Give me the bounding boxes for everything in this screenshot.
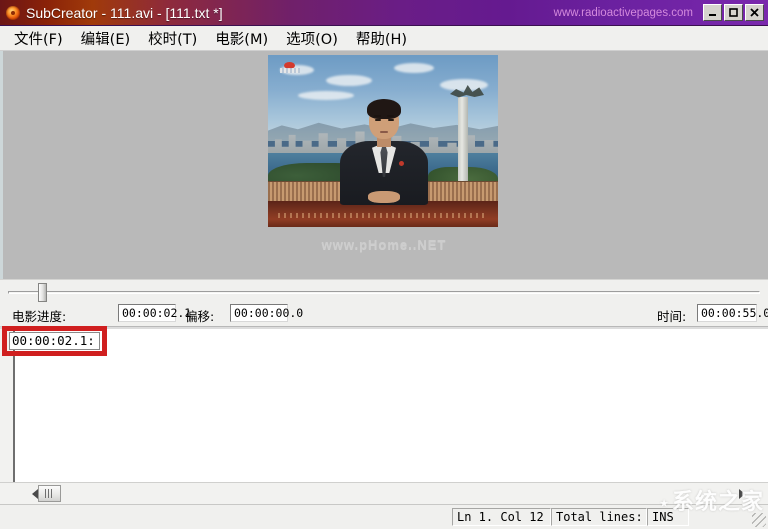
- video-anchor-brow-right: [387, 115, 394, 117]
- video-anchor-hands: [368, 191, 400, 203]
- scrollbar-grip-icon: [45, 489, 54, 498]
- status-insert-mode: INS: [647, 508, 689, 526]
- playback-field-row: 电影进度: 00:00:02.1 偏移: 00:00:00.0 时间: 00:0…: [0, 302, 768, 326]
- menu-file[interactable]: 文件(F): [5, 26, 72, 51]
- horizontal-scrollbar-thumb[interactable]: [38, 485, 61, 502]
- preview-watermark: www.pHome..NET: [0, 237, 768, 252]
- video-monument-tower: [458, 97, 468, 185]
- video-anchor-brow-left: [374, 115, 381, 117]
- movie-progress-label: 电影进度:: [12, 306, 66, 325]
- video-frame[interactable]: [268, 55, 498, 227]
- minimize-icon: [707, 7, 718, 18]
- video-anchor-mouth: [380, 131, 388, 133]
- menu-movie[interactable]: 电影(M): [206, 26, 277, 51]
- title-bar: SubCreator - 111.avi - [111.txt *] www.r…: [0, 0, 768, 26]
- offset-value[interactable]: 00:00:00.0: [230, 304, 288, 322]
- video-anchor-eye-right: [388, 119, 394, 121]
- video-anchor-eye-left: [375, 119, 381, 121]
- video-anchor-badge: [399, 161, 404, 166]
- menu-options[interactable]: 选项(O): [277, 26, 347, 51]
- trackbar-groove: [8, 291, 760, 294]
- close-button[interactable]: [745, 4, 764, 21]
- close-icon: [749, 7, 760, 18]
- menu-sync[interactable]: 校时(T): [139, 26, 206, 51]
- window-controls: [703, 4, 764, 21]
- resize-grip-icon[interactable]: [752, 513, 766, 527]
- video-anchor-hair: [367, 99, 401, 119]
- menu-bar: 文件(F) 编辑(E) 校时(T) 电影(M) 选项(O) 帮助(H): [0, 26, 768, 51]
- window-title: SubCreator - 111.avi - [111.txt *]: [26, 5, 223, 21]
- time-label: 时间:: [657, 306, 686, 325]
- minimize-button[interactable]: [703, 4, 722, 21]
- status-total-lines: Total lines:: [551, 508, 647, 526]
- offset-label: 偏移:: [185, 306, 214, 325]
- cloud-shape: [440, 79, 488, 91]
- horizontal-scrollbar[interactable]: [0, 482, 768, 504]
- movie-progress-value[interactable]: 00:00:02.1: [118, 304, 176, 322]
- menu-edit[interactable]: 编辑(E): [72, 26, 139, 51]
- titlebar-watermark: www.radioactivepages.com: [554, 7, 693, 19]
- subtitle-editor[interactable]: [0, 327, 768, 482]
- timecode-input[interactable]: 00:00:02.1:: [9, 332, 100, 350]
- disc-icon: [4, 4, 22, 22]
- time-value[interactable]: 00:00:55.0: [697, 304, 757, 322]
- cloud-shape: [326, 75, 372, 86]
- status-cursor-position: Ln 1. Col 12: [452, 508, 551, 526]
- subcreator-window: SubCreator - 111.avi - [111.txt *] www.r…: [0, 0, 768, 529]
- cloud-shape: [298, 91, 354, 100]
- video-desk-trim: [278, 213, 488, 218]
- trackbar-thumb[interactable]: [38, 283, 47, 302]
- scroll-right-arrow-icon[interactable]: [733, 485, 750, 502]
- editor-gutter: [0, 329, 15, 482]
- cloud-shape: [394, 63, 434, 73]
- maximize-icon: [728, 7, 739, 18]
- status-bar: Ln 1. Col 12 Total lines: INS: [0, 504, 768, 529]
- video-preview-pane[interactable]: www.pHome..NET: [0, 51, 768, 279]
- broadcast-emblem-icon: [280, 61, 300, 75]
- menu-help[interactable]: 帮助(H): [347, 26, 416, 51]
- maximize-button[interactable]: [724, 4, 743, 21]
